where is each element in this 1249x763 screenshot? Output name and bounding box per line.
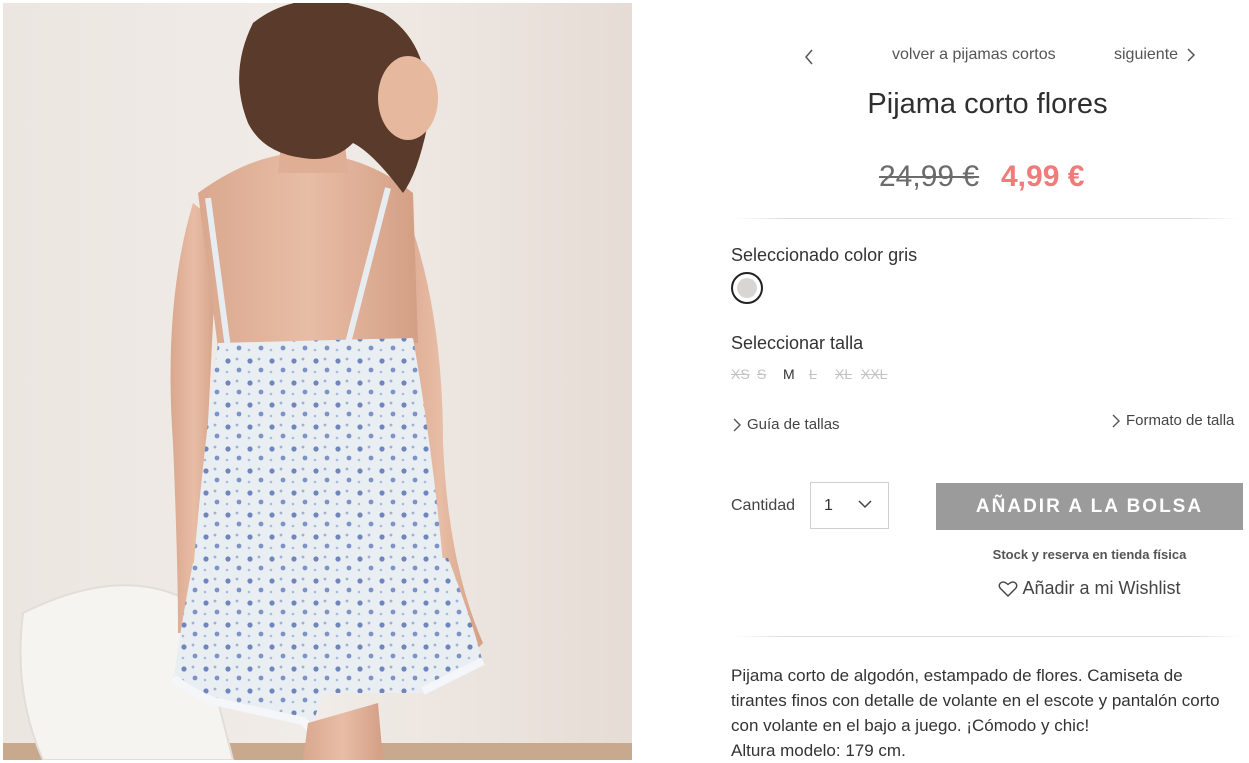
sale-price: 4,99 € [1001, 160, 1085, 193]
back-to-category-link[interactable]: volver a pijamas cortos [892, 46, 1056, 64]
add-to-bag-button[interactable]: AÑADIR A LA BOLSA [936, 483, 1243, 530]
size-option-l[interactable]: L [809, 366, 835, 382]
size-option-xs[interactable]: XS [731, 366, 757, 382]
size-option-m[interactable]: M [783, 366, 809, 382]
size-guide-link[interactable]: Guía de tallas [733, 416, 840, 433]
size-format-link[interactable]: Formato de talla [1112, 412, 1234, 429]
heart-icon [999, 580, 1018, 597]
chevron-right-icon [733, 418, 741, 431]
chevron-right-icon [1187, 48, 1196, 62]
chevron-down-icon [858, 500, 872, 509]
model-height-text: Altura modelo: 179 cm. [731, 741, 906, 760]
quantity-label: Cantidad [731, 497, 796, 514]
color-swatch-fill [737, 278, 757, 298]
divider [735, 636, 1240, 637]
divider [735, 218, 1240, 219]
quantity-value: 1 [824, 497, 833, 514]
wishlist-label: Añadir a mi Wishlist [1022, 578, 1181, 598]
original-price: 24,99 € [879, 160, 980, 193]
color-label: Seleccionado color gris [731, 245, 918, 265]
chevron-right-icon [1112, 414, 1120, 427]
store-stock-link[interactable]: Stock y reserva en tienda física [936, 547, 1243, 562]
product-description: Pijama corto de algodón, estampado de fl… [731, 663, 1231, 763]
size-option-xxl[interactable]: XXL [861, 366, 897, 382]
size-option-xl[interactable]: XL [835, 366, 861, 382]
size-option-s[interactable]: S [757, 366, 783, 382]
product-photo[interactable] [3, 3, 632, 760]
color-swatch-gris[interactable] [731, 272, 763, 304]
product-title: Pijama corto flores [867, 88, 1108, 120]
previous-product-arrow-icon[interactable] [802, 46, 818, 68]
quantity-select[interactable]: 1 [810, 482, 889, 529]
size-format-label: Formato de talla [1126, 412, 1235, 429]
next-product-link[interactable]: siguiente [1114, 46, 1196, 64]
next-product-label: siguiente [1114, 46, 1179, 63]
size-guide-label: Guía de tallas [747, 416, 840, 433]
size-label: Seleccionar talla [731, 333, 864, 353]
size-options: XS S M L XL XXL [731, 366, 897, 382]
add-to-wishlist-link[interactable]: Añadir a mi Wishlist [936, 578, 1243, 599]
product-photo-illustration [3, 3, 632, 760]
description-text: Pijama corto de algodón, estampado de fl… [731, 666, 1220, 735]
